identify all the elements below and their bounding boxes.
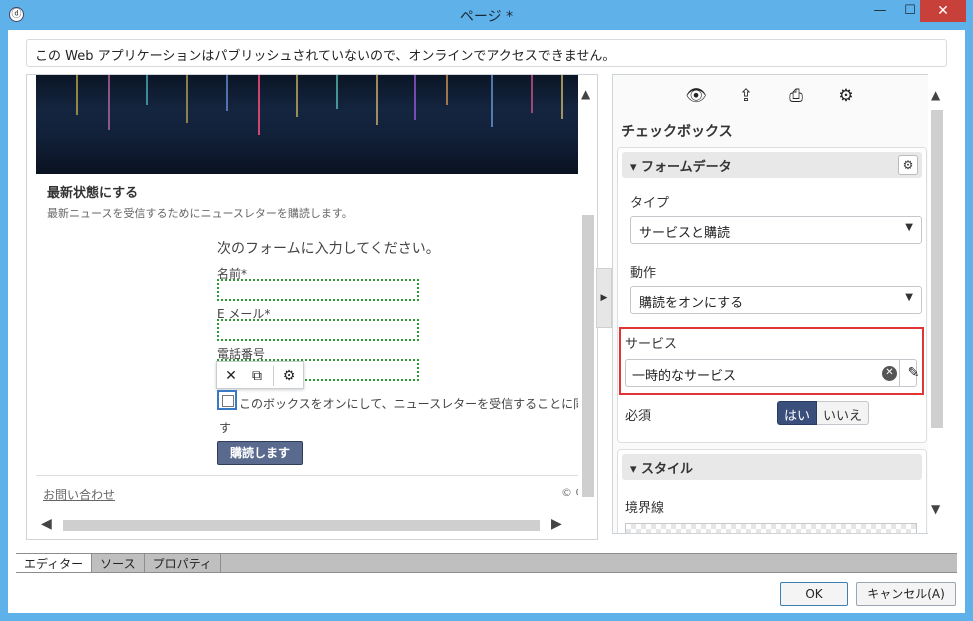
- collapse-panel-button[interactable]: ▶: [596, 268, 612, 328]
- page-editor-canvas[interactable]: 最新状態にする 最新ニュースを受信するためにニュースレターを購読します。 次のフ…: [26, 74, 598, 540]
- border-color-field[interactable]: [625, 523, 917, 533]
- checkbox-label: このボックスをオンにして、ニュースレターを受信することに同: [239, 397, 586, 411]
- dialog-client: この Web アプリケーションはパブリッシュされていないので、オンラインでアクセ…: [8, 30, 965, 613]
- section-description: 最新ニュースを受信するためにニュースレターを購読します。: [47, 207, 353, 220]
- type-label: タイプ: [630, 196, 670, 211]
- required-label: 必須: [625, 409, 652, 424]
- service-label: サービス: [625, 337, 678, 352]
- tab-properties[interactable]: プロパティ: [145, 554, 221, 572]
- scroll-left-icon[interactable]: ◀: [41, 516, 52, 532]
- settings-page-icon[interactable]: ⚙: [835, 85, 857, 107]
- minimize-button[interactable]: —: [866, 0, 894, 22]
- ok-button[interactable]: OK: [780, 582, 848, 606]
- scroll-right-icon[interactable]: ▶: [551, 516, 562, 532]
- chevron-down-icon: ▼: [905, 292, 913, 303]
- border-label: 境界線: [625, 501, 665, 516]
- service-input[interactable]: 一時的なサービス ✕ ✎: [625, 359, 919, 387]
- chevron-down-icon: ▼: [905, 222, 913, 233]
- name-field[interactable]: [217, 279, 419, 301]
- form-data-group: ▾ フォームデータ ⚙ タイプ サービスと購読 ▼ 動作 購読をオンにする ▼: [617, 147, 927, 443]
- delete-icon[interactable]: ✕: [221, 366, 241, 386]
- subscribe-button[interactable]: 購読します: [217, 441, 303, 465]
- editor-vertical-scrollbar[interactable]: ▲: [578, 75, 597, 507]
- form-intro-text: 次のフォームに入力してください。: [217, 241, 440, 257]
- view-tabs: エディター ソース プロパティ: [16, 553, 957, 573]
- email-field[interactable]: [217, 319, 419, 341]
- checkbox-label-continuation: す: [219, 421, 232, 435]
- action-select[interactable]: 購読をオンにする ▼: [630, 286, 922, 314]
- scroll-up-icon[interactable]: ▲: [931, 88, 940, 102]
- window-title: ページ *: [459, 9, 514, 25]
- upload-page-icon[interactable]: ⇪: [735, 85, 757, 107]
- form-data-header-label: ▾ フォームデータ: [630, 160, 732, 175]
- cancel-button[interactable]: キャンセル(A): [856, 582, 956, 606]
- required-toggle[interactable]: はい いいえ: [777, 401, 870, 425]
- footer-divider: [36, 475, 578, 476]
- section-title: 最新状態にする: [47, 186, 139, 201]
- close-button[interactable]: ✕: [920, 0, 966, 22]
- hero-image: [36, 75, 578, 174]
- duplicate-icon[interactable]: ⧉: [247, 366, 267, 386]
- save-page-icon[interactable]: ⎙: [785, 85, 807, 107]
- form-data-header[interactable]: ▾ フォームデータ ⚙: [622, 152, 922, 178]
- properties-title: チェックボックス: [621, 124, 733, 140]
- properties-panel: 👁 ⇪ ⎙ ⚙ チェックボックス ▾ フォームデータ ⚙ タイプ サービスと購読…: [612, 74, 946, 534]
- style-header[interactable]: ▾ スタイル: [622, 454, 922, 480]
- contact-link[interactable]: お問い合わせ: [43, 486, 115, 503]
- tab-editor[interactable]: エディター: [16, 554, 93, 572]
- service-input-value: 一時的なサービス: [632, 369, 737, 384]
- action-label: 動作: [630, 266, 657, 281]
- editor-horizontal-scrollbar[interactable]: ◀ ▶: [27, 515, 579, 535]
- action-select-value: 購読をオンにする: [639, 296, 744, 311]
- scroll-thumb[interactable]: [931, 110, 943, 428]
- tab-source[interactable]: ソース: [92, 554, 145, 572]
- scroll-up-icon[interactable]: ▲: [581, 87, 590, 101]
- scroll-down-icon[interactable]: ▼: [931, 502, 940, 516]
- properties-scrollbar[interactable]: ▲ ▼: [928, 74, 946, 534]
- required-no-button[interactable]: いいえ: [817, 401, 870, 425]
- toolbar-divider: [273, 366, 274, 386]
- element-mini-toolbar: ✕ ⧉ ⚙: [216, 361, 304, 389]
- pencil-icon[interactable]: ✎: [899, 360, 927, 386]
- newsletter-checkbox[interactable]: [217, 390, 237, 410]
- type-select-value: サービスと購読: [639, 226, 731, 241]
- scroll-thumb[interactable]: [63, 520, 540, 531]
- unpublished-notice: この Web アプリケーションはパブリッシュされていないので、オンラインでアクセ…: [26, 39, 947, 67]
- style-group: ▾ スタイル: [617, 449, 927, 533]
- eye-icon[interactable]: 👁: [685, 85, 707, 107]
- window-titlebar: ⓓ ページ * — ☐ ✕: [0, 0, 973, 30]
- type-select[interactable]: サービスと購読 ▼: [630, 216, 922, 244]
- scroll-thumb[interactable]: [582, 215, 594, 497]
- required-yes-button[interactable]: はい: [777, 401, 818, 425]
- gear-icon[interactable]: ⚙: [898, 155, 918, 175]
- clear-icon[interactable]: ✕: [882, 366, 897, 381]
- settings-icon[interactable]: ⚙: [279, 366, 299, 386]
